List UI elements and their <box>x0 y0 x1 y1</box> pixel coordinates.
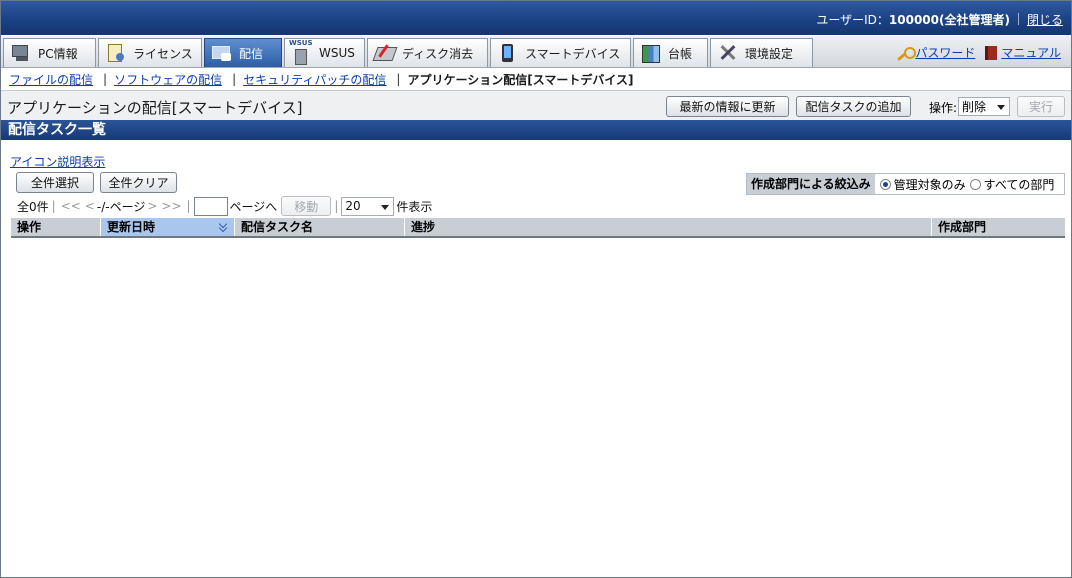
user-info: ユーザーID：100000(全社管理者) 閉じる <box>816 11 1063 28</box>
filter-label: 作成部門による絞込み <box>747 174 875 194</box>
refresh-button[interactable]: 最新の情報に更新 <box>666 96 789 117</box>
subnav-current-page: アプリケーション配信[スマートデバイス] <box>407 72 634 87</box>
license-icon <box>105 43 127 63</box>
chevron-down-icon <box>997 105 1005 110</box>
pager-divider: | <box>51 199 56 213</box>
sub-navigation: ファイルの配信 | ソフトウェアの配信 | セキュリティパッチの配信 | アプリ… <box>1 69 1071 89</box>
tab-label: WSUS <box>319 46 355 60</box>
column-department[interactable]: 作成部門 <box>932 218 1065 236</box>
password-link[interactable]: パスワード <box>915 44 975 61</box>
goto-page-label: ページへ <box>229 199 278 214</box>
tab-pc-info[interactable]: PC情報 <box>3 38 96 67</box>
operation-label: 操作: <box>929 101 958 115</box>
app-window: ユーザーID：100000(全社管理者) 閉じる PC情報 ライセンス 配信 WS… <box>0 0 1072 578</box>
subnav-security-patch[interactable]: セキュリティパッチの配信 <box>243 71 386 88</box>
column-updated[interactable]: 更新日時 <box>101 218 235 236</box>
filter-option-all[interactable]: すべての部門 <box>969 176 1055 193</box>
subnav-divider: | <box>396 72 401 86</box>
subnav-divider: | <box>232 72 237 86</box>
task-table-header: 操作 更新日時 配信タスク名 進捗 作成部門 <box>11 218 1065 238</box>
operation-select-value: 削除 <box>962 100 987 114</box>
tab-label: スマートデバイス <box>525 46 621 61</box>
next-page-link[interactable]: > <box>147 199 157 213</box>
filter-options: 管理対象のみ すべての部門 <box>875 174 1059 194</box>
smart-device-icon <box>497 43 519 63</box>
total-count: 全0件 <box>17 199 49 214</box>
user-id-value: 100000(全社管理者) <box>888 13 1010 27</box>
manual-link[interactable]: マニュアル <box>1001 44 1061 61</box>
first-page-link[interactable]: << <box>61 199 81 213</box>
radio-icon[interactable] <box>969 178 981 190</box>
tab-settings[interactable]: 環境設定 <box>710 38 813 67</box>
top-bar: ユーザーID：100000(全社管理者) 閉じる <box>1 1 1071 35</box>
manual-book-icon <box>985 45 998 60</box>
sort-descending-icon[interactable] <box>220 220 228 232</box>
add-task-button[interactable]: 配信タスクの追加 <box>796 96 911 117</box>
operation-select[interactable]: 削除 <box>958 97 1010 116</box>
tab-distribution[interactable]: 配信 <box>204 38 282 67</box>
divider <box>1017 13 1019 25</box>
radio-selected-icon[interactable] <box>879 178 891 190</box>
tab-license[interactable]: ライセンス <box>98 38 202 67</box>
execute-button[interactable]: 実行 <box>1017 96 1065 117</box>
tab-label: 台帳 <box>668 46 693 61</box>
distribution-icon <box>211 43 233 63</box>
close-link[interactable]: 閉じる <box>1027 13 1063 27</box>
pager-divider: | <box>186 199 191 213</box>
department-filter: 作成部門による絞込み 管理対象のみ すべての部門 <box>746 173 1065 195</box>
per-page-select[interactable]: 20 <box>341 196 395 216</box>
chevron-down-icon <box>381 204 390 210</box>
key-icon <box>897 46 917 60</box>
page-status: -/-ページ <box>96 199 146 214</box>
disk-erase-icon <box>374 43 396 63</box>
tab-smart-device[interactable]: スマートデバイス <box>490 38 631 67</box>
per-page-value: 20 <box>345 199 361 213</box>
column-task-name[interactable]: 配信タスク名 <box>235 218 405 236</box>
task-table-body <box>11 240 1065 576</box>
tab-label: ライセンス <box>133 46 193 61</box>
select-all-button[interactable]: 全件選択 <box>16 172 94 193</box>
settings-icon <box>717 43 739 63</box>
column-progress[interactable]: 進捗 <box>405 218 932 236</box>
page-number-input[interactable] <box>193 196 228 216</box>
user-id-label: ユーザーID： <box>816 13 889 27</box>
filter-option-label: 管理対象のみ <box>893 177 966 192</box>
subnav-software-distribution[interactable]: ソフトウェアの配信 <box>114 71 222 88</box>
ledger-icon <box>640 43 662 63</box>
tab-ledger[interactable]: 台帳 <box>633 38 708 67</box>
pager-divider: | <box>334 199 339 213</box>
column-label: 更新日時 <box>107 220 156 234</box>
page-header: アプリケーションの配信[スマートデバイス] 最新の情報に更新 配信タスクの追加 … <box>1 90 1071 120</box>
move-button[interactable]: 移動 <box>281 196 332 216</box>
section-title: 配信タスク一覧 <box>1 120 1071 140</box>
prev-page-link[interactable]: < <box>85 199 95 213</box>
tab-wsus[interactable]: WSUS <box>284 38 365 67</box>
subnav-divider: | <box>103 72 108 86</box>
per-page-label: 件表示 <box>396 199 433 214</box>
subnav-file-distribution[interactable]: ファイルの配信 <box>9 71 93 88</box>
tab-label: PC情報 <box>38 46 78 61</box>
last-page-link[interactable]: >> <box>161 199 181 213</box>
filter-option-managed[interactable]: 管理対象のみ <box>879 176 966 193</box>
tab-label: ディスク消去 <box>402 46 474 61</box>
filter-option-label: すべての部門 <box>983 177 1055 192</box>
icon-legend-link[interactable]: アイコン説明表示 <box>10 153 105 170</box>
tab-label: 配信 <box>239 46 264 61</box>
column-operation[interactable]: 操作 <box>11 218 101 236</box>
pc-icon <box>10 43 32 63</box>
wsus-icon <box>289 39 313 65</box>
pagination: 全0件 | << < -/-ページ > >> | ページへ 移動 | 20 件表… <box>17 196 432 216</box>
tab-disk-erase[interactable]: ディスク消去 <box>367 38 488 67</box>
clear-all-button[interactable]: 全件クリア <box>100 172 177 193</box>
header-links: パスワード マニュアル <box>897 44 1061 61</box>
page-title: アプリケーションの配信[スマートデバイス] <box>7 99 303 117</box>
tab-label: 環境設定 <box>745 46 794 61</box>
